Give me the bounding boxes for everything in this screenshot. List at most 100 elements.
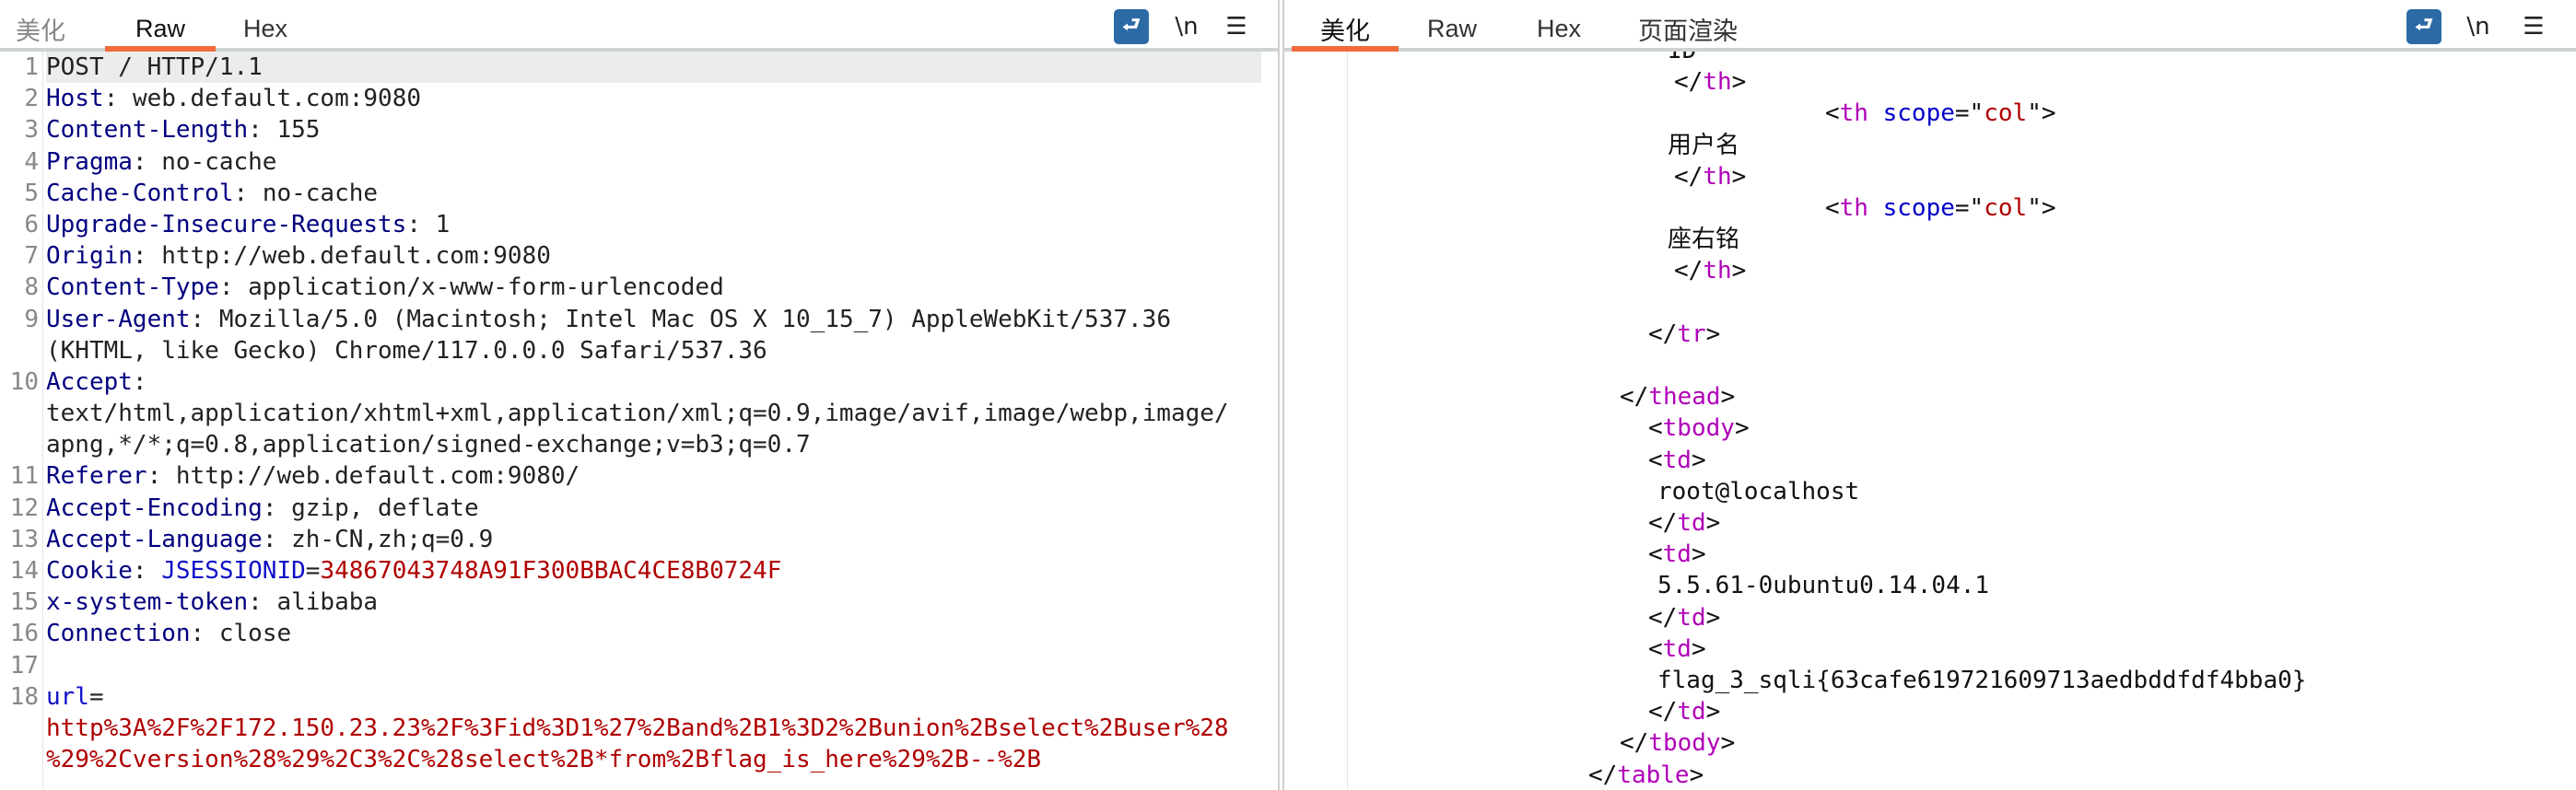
line-text: text/html,application/xhtml+xml,applicat… xyxy=(46,398,1261,429)
menu-icon[interactable]: ☰ xyxy=(1218,9,1255,44)
newline-icon[interactable]: \n xyxy=(1168,9,1205,44)
code-line: 18 url= xyxy=(0,681,1278,713)
tag-bracket: < xyxy=(1648,540,1663,569)
response-viewer[interactable]: ID</th><th scope="col">用户名</th><th scope… xyxy=(1284,35,2576,790)
tag-bracket: </ xyxy=(1674,68,1704,97)
attr-quote: " xyxy=(2027,99,2042,128)
header-name: Content-Length xyxy=(46,116,249,145)
line-number: 3 xyxy=(24,116,39,145)
header-separator: : xyxy=(132,557,162,585)
html-tag-line: </th> xyxy=(1674,161,1746,192)
line-text: Pragma: no-cache xyxy=(46,146,1261,178)
tag-bracket: < xyxy=(1825,194,1840,222)
attr-name: scope xyxy=(1882,194,1955,222)
tag-bracket: </ xyxy=(1674,162,1704,191)
cookie-value: 34867043748A91F300BBAC4CE8B0724F xyxy=(320,557,782,585)
header-value: no-cache xyxy=(262,179,379,207)
line-text: Upgrade-Insecure-Requests: 1 xyxy=(46,209,1261,240)
header-separator: : xyxy=(248,588,277,617)
line-text: Host: web.default.com:9080 xyxy=(46,83,1261,114)
line-text: Connection: close xyxy=(46,618,1261,649)
request-line: POST / HTTP/1.1 xyxy=(46,53,263,81)
tag-name: td xyxy=(1662,634,1692,663)
tag-name: tr xyxy=(1677,319,1706,348)
header-name: Accept-Language xyxy=(46,525,263,553)
tag-bracket: > xyxy=(1705,319,1721,348)
tag-bracket: > xyxy=(1705,603,1721,632)
tag-bracket: > xyxy=(1705,509,1721,537)
tab-pretty[interactable]: 美化 xyxy=(13,9,68,48)
tag-bracket: </ xyxy=(1620,383,1649,412)
request-panel: 美化 Raw Hex ⮐ \n ☰ 1 POST / HTTP/1.1 2 Host:… xyxy=(0,0,1280,790)
header-name: Host xyxy=(46,85,104,113)
request-editor[interactable]: 1 POST / HTTP/1.1 2 Host: web.default.com:9… xyxy=(0,52,1278,790)
code-line: 7 Origin: http://web.default.com:9080 xyxy=(0,240,1278,272)
line-text: Content-Type: application/x-www-form-url… xyxy=(46,272,1261,303)
newline-icon[interactable]: \n xyxy=(2460,9,2497,44)
header-name: x-system-token xyxy=(46,588,249,617)
tag-bracket: > xyxy=(1689,761,1704,789)
code-line: 12 Accept-Encoding: gzip, deflate xyxy=(0,493,1278,524)
html-tag-line: </td> xyxy=(1648,696,1720,727)
code-line: http%3A%2F%2F172.150.23.23%2F%3Fid%3D1%2… xyxy=(0,713,1278,744)
header-separator: : xyxy=(132,242,162,271)
header-separator: : xyxy=(103,85,133,113)
header-value: 155 xyxy=(276,116,321,145)
tab-render[interactable]: 页面渲染 xyxy=(1633,9,1743,48)
tag-name: table xyxy=(1617,761,1690,789)
tab-hex[interactable]: Hex xyxy=(1531,9,1587,48)
tag-bracket: > xyxy=(1705,698,1721,726)
tag-bracket: </ xyxy=(1588,761,1618,789)
line-text: Cache-Control: no-cache xyxy=(46,178,1261,209)
menu-icon[interactable]: ☰ xyxy=(2515,9,2552,44)
tag-bracket: > xyxy=(1734,414,1750,443)
header-name: Cache-Control xyxy=(46,179,234,207)
attr-value: col xyxy=(1984,99,2028,128)
header-value-continued: apng,*/*;q=0.8,application/signed-exchan… xyxy=(46,431,811,459)
tag-bracket: </ xyxy=(1620,729,1649,758)
header-separator: : xyxy=(132,147,162,176)
tag-bracket: < xyxy=(1825,99,1840,128)
header-separator: : xyxy=(132,367,162,396)
html-text-line: 5.5.61-0ubuntu0.14.04.1 xyxy=(1657,570,1989,601)
tab-hex[interactable]: Hex xyxy=(238,9,293,48)
tag-name: th xyxy=(1703,257,1732,285)
tag-bracket: > xyxy=(1720,729,1736,758)
line-number: 1 xyxy=(24,53,39,81)
cell-text: flag_3_sqli{63cafe619721609713aedbddfdf4… xyxy=(1657,667,2307,694)
line-text: Origin: http://web.default.com:9080 xyxy=(46,240,1261,272)
tag-name: thead xyxy=(1648,383,1721,412)
attr-value: col xyxy=(1984,194,2028,222)
header-value: alibaba xyxy=(276,588,379,617)
code-line: 10 Accept: xyxy=(0,366,1278,398)
tab-pretty[interactable]: 美化 xyxy=(1292,9,1399,52)
line-number: 15 xyxy=(9,588,39,617)
code-line: 9 User-Agent: Mozilla/5.0 (Macintosh; Int… xyxy=(0,304,1278,335)
tab-raw[interactable]: Raw xyxy=(1423,9,1481,48)
tag-bracket: > xyxy=(1731,68,1747,97)
line-number: 14 xyxy=(9,557,39,585)
html-text-line: 用户名 xyxy=(1668,130,1739,161)
header-separator: : xyxy=(190,620,219,648)
line-number: 2 xyxy=(24,85,39,113)
header-value: web.default.com:9080 xyxy=(132,85,422,113)
header-value: http://web.default.com:9080 xyxy=(161,242,551,271)
code-line: 14 Cookie: JSESSIONID=34867043748A91F300B… xyxy=(0,555,1278,587)
tab-raw[interactable]: Raw xyxy=(105,9,216,52)
header-name: Referer xyxy=(46,462,147,491)
header-value: zh-CN,zh;q=0.9 xyxy=(291,525,494,553)
line-text: Accept: xyxy=(46,366,1261,398)
header-separator: : xyxy=(262,525,292,553)
line-number: 7 xyxy=(24,242,39,271)
wrap-lines-icon[interactable]: ⮐ xyxy=(1114,9,1149,44)
header-value: no-cache xyxy=(161,147,277,176)
tag-name: tbody xyxy=(1648,729,1721,758)
html-tag-line: </table> xyxy=(1588,760,1704,790)
header-value: gzip, deflate xyxy=(291,494,479,522)
code-line: 16 Connection: close xyxy=(0,618,1278,649)
line-text: apng,*/*;q=0.8,application/signed-exchan… xyxy=(46,429,1261,460)
wrap-lines-icon[interactable]: ⮐ xyxy=(2406,9,2441,44)
header-name: Cookie xyxy=(46,557,133,585)
code-line: 13 Accept-Language: zh-CN,zh;q=0.9 xyxy=(0,524,1278,555)
